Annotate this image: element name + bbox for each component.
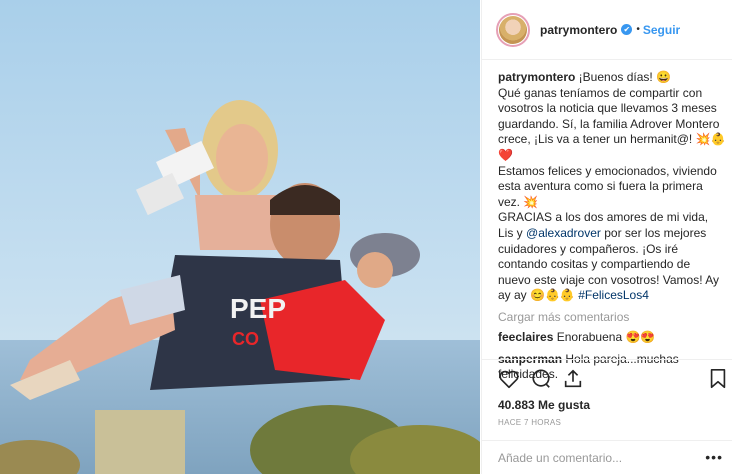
comment-item: feeclaires Enorabuena 😍😍: [498, 330, 726, 346]
caption-body2: Estamos felices y emocionados, viviendo …: [498, 163, 717, 209]
post-timestamp[interactable]: HACE 7 HORAS: [498, 418, 561, 427]
photo-illustration: PEP CO: [0, 0, 480, 474]
bookmark-icon[interactable]: [708, 368, 728, 393]
shirt-subtext: CO: [232, 329, 259, 349]
comment-text: Enorabuena 😍😍: [553, 329, 656, 344]
post-photo[interactable]: PEP CO: [0, 0, 480, 474]
comment-username[interactable]: feeclaires: [498, 330, 553, 344]
comment-input[interactable]: [498, 450, 698, 465]
comments-area: patrymontero ¡Buenos días! 😀 Qué ganas t…: [498, 70, 726, 383]
caption: patrymontero ¡Buenos días! 😀 Qué ganas t…: [498, 70, 726, 304]
avatar-image: [499, 15, 527, 44]
hashtag-link[interactable]: #FelicesLos4: [578, 288, 649, 302]
action-bar: [482, 359, 732, 399]
heart-icon[interactable]: [498, 368, 520, 393]
post-sidebar: patrymontero ✔ • Seguir patrymontero ¡Bu…: [481, 0, 732, 474]
load-more-comments-button[interactable]: Cargar más comentarios: [498, 310, 726, 324]
separator-dot: •: [636, 24, 640, 35]
share-icon[interactable]: [562, 368, 584, 393]
shirt-text: PEP: [230, 293, 286, 324]
follow-button[interactable]: Seguir: [643, 23, 680, 37]
instagram-post: PEP CO patrymontero ✔ • Seguir patrymont…: [0, 0, 732, 474]
caption-line1: ¡Buenos días! 😀: [575, 70, 671, 84]
caption-body1: Qué ganas teníamos de compartir con voso…: [498, 85, 726, 162]
caption-username[interactable]: patrymontero: [498, 70, 575, 84]
avatar[interactable]: [496, 12, 530, 47]
more-options-icon[interactable]: •••: [705, 449, 723, 465]
likes-count[interactable]: 40.883 Me gusta: [498, 398, 590, 412]
add-comment-bar: •••: [482, 440, 732, 474]
mention-link[interactable]: @alexadrover: [526, 226, 601, 240]
post-header: patrymontero ✔ • Seguir: [482, 0, 732, 60]
verified-badge-icon: ✔: [621, 24, 633, 35]
comment-bubble-icon[interactable]: [530, 368, 552, 393]
username-link[interactable]: patrymontero: [540, 23, 617, 37]
